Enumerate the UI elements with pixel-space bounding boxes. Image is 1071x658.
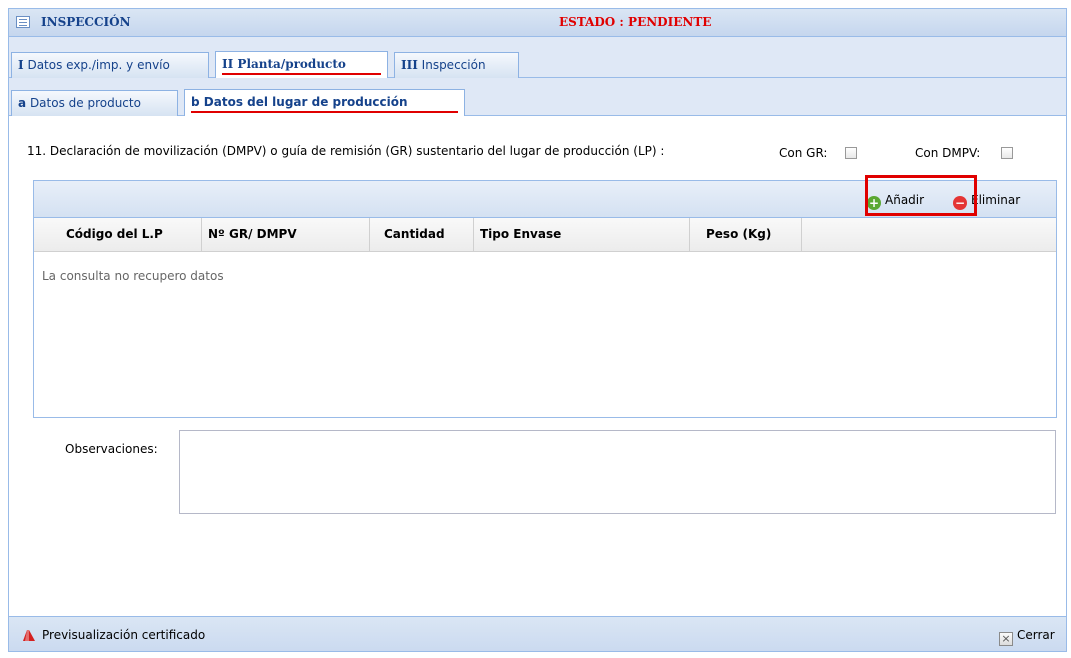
- column-header[interactable]: Tipo Envase: [474, 218, 690, 251]
- tab-label: Planta/producto: [237, 57, 346, 71]
- tab-label: Inspección: [421, 58, 486, 72]
- section-label: 11. Declaración de movilización (DMPV) o…: [27, 144, 665, 158]
- tab-datos-lugar-produccion[interactable]: b Datos del lugar de producción: [184, 89, 465, 116]
- status-label: ESTADO : PENDIENTE: [559, 15, 712, 29]
- active-tab-underline: [222, 73, 381, 75]
- remove-button[interactable]: − Eliminar: [953, 191, 1021, 210]
- add-circle-icon: +: [867, 196, 881, 210]
- tab-datos-exp[interactable]: I Datos exp./imp. y envío: [11, 52, 209, 78]
- pdf-icon: [23, 630, 35, 641]
- column-header[interactable]: Peso (Kg): [690, 218, 802, 251]
- preview-certificate-button[interactable]: Previsualización certificado: [21, 626, 205, 644]
- remove-circle-icon: −: [953, 196, 967, 210]
- window-titlebar: INSPECCIÓN ESTADO : PENDIENTE: [9, 9, 1066, 37]
- con-gr-label: Con GR:: [779, 146, 828, 160]
- observaciones-textarea[interactable]: [179, 430, 1056, 514]
- tab-roman-numeral: I: [18, 58, 24, 72]
- form-icon: [16, 16, 30, 28]
- tab-roman-numeral: III: [401, 58, 418, 72]
- close-button[interactable]: × Cerrar: [999, 626, 1055, 646]
- column-header[interactable]: Cantidad: [370, 218, 474, 251]
- tab-inspeccion[interactable]: III Inspección: [394, 52, 519, 78]
- tab-datos-producto[interactable]: a Datos de producto: [11, 90, 178, 116]
- tab-label: Datos del lugar de producción: [203, 95, 408, 109]
- con-gr-checkbox[interactable]: [845, 147, 857, 159]
- con-dmpv-label: Con DMPV:: [915, 146, 981, 160]
- close-button-label: Cerrar: [1017, 628, 1055, 642]
- tab-letter: b: [191, 95, 200, 109]
- remove-button-label: Eliminar: [971, 193, 1021, 207]
- window-title: INSPECCIÓN: [41, 15, 131, 29]
- grid-toolbar: + Añadir − Eliminar: [34, 181, 1056, 218]
- window-footer: Previsualización certificado × Cerrar: [9, 616, 1066, 651]
- grid-empty-message: La consulta no recupero datos: [42, 269, 224, 283]
- sub-tabstrip: a Datos de producto b Datos del lugar de…: [9, 78, 1066, 116]
- tab-label: Datos exp./imp. y envío: [27, 58, 170, 72]
- tab-planta-producto[interactable]: II Planta/producto: [215, 51, 388, 78]
- column-header[interactable]: Código del L.P: [34, 218, 202, 251]
- close-icon: ×: [999, 632, 1013, 646]
- column-header[interactable]: Nº GR/ DMPV: [202, 218, 370, 251]
- observaciones-label: Observaciones:: [65, 442, 158, 456]
- preview-certificate-label: Previsualización certificado: [42, 628, 206, 642]
- con-dmpv-checkbox[interactable]: [1001, 147, 1013, 159]
- tab-letter: a: [18, 96, 27, 110]
- inspection-window: INSPECCIÓN ESTADO : PENDIENTE I Datos ex…: [8, 8, 1067, 652]
- tab-label: Datos de producto: [29, 96, 141, 110]
- main-tabstrip: I Datos exp./imp. y envío II Planta/prod…: [9, 37, 1066, 78]
- content-panel: 11. Declaración de movilización (DMPV) o…: [9, 116, 1066, 616]
- add-button-label: Añadir: [885, 193, 925, 207]
- grid-header: Código del L.P Nº GR/ DMPV Cantidad Tipo…: [34, 218, 1056, 252]
- add-button[interactable]: + Añadir: [867, 191, 925, 210]
- lp-grid: + Añadir − Eliminar Código del L.P Nº GR/ …: [33, 180, 1057, 418]
- active-tab-underline: [191, 111, 458, 113]
- tab-roman-numeral: II: [222, 57, 234, 71]
